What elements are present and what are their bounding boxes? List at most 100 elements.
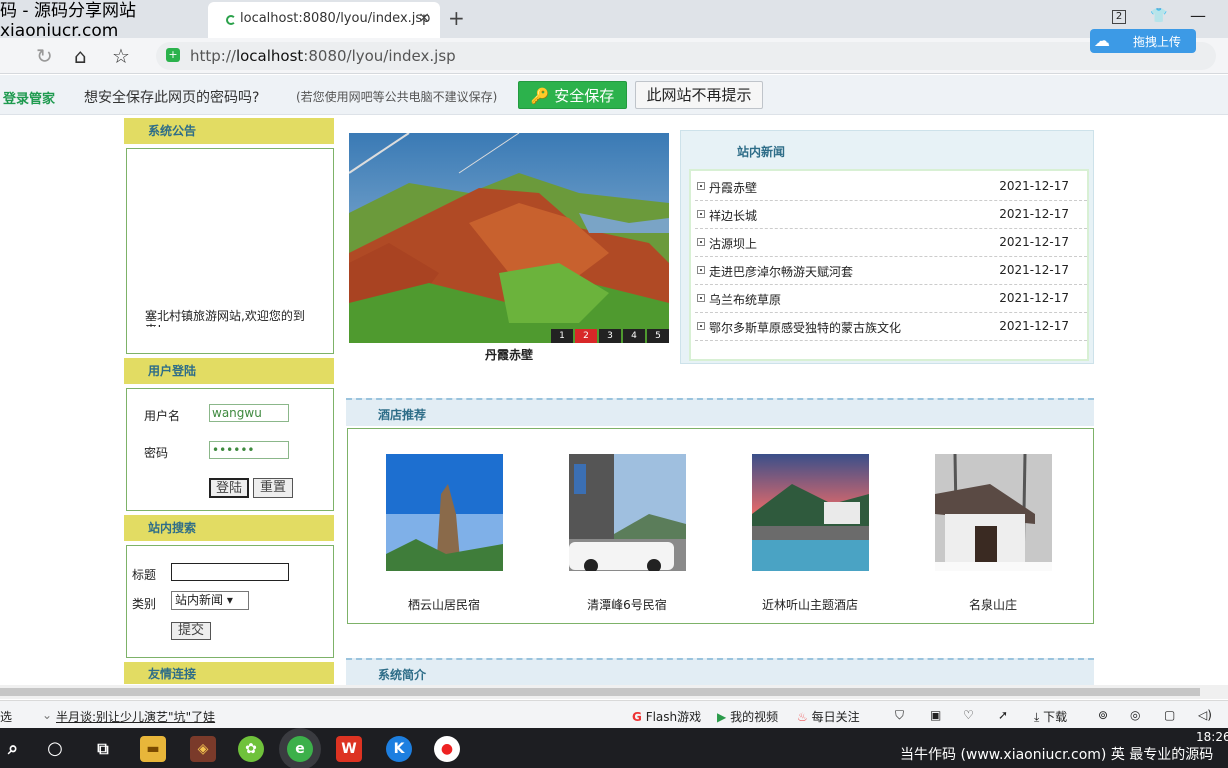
- links-header: 友情连接: [124, 662, 334, 684]
- news-list: 丹霞赤壁 2021-12-17 祥边长城 2021-12-17 沽源坝上 2021-12-…: [689, 169, 1089, 361]
- video-icon: ▶: [717, 710, 727, 724]
- star-icon[interactable]: ☆: [112, 44, 130, 68]
- browser-360-icon[interactable]: e: [287, 736, 313, 762]
- reset-button[interactable]: 重置: [253, 478, 293, 498]
- minimize-button[interactable]: —: [1190, 6, 1206, 25]
- hotels-header-bar: 酒店推荐: [346, 398, 1094, 426]
- news-item-title[interactable]: 祥边长城: [709, 207, 757, 224]
- slideshow-page-2[interactable]: 2: [575, 329, 597, 343]
- daily-focus-link[interactable]: ♨ 每日关注: [797, 708, 860, 725]
- hotel-image-3[interactable]: [752, 454, 869, 571]
- horizontal-scrollbar[interactable]: [0, 685, 1228, 699]
- reload-icon[interactable]: ↻: [36, 44, 53, 68]
- news-item-title[interactable]: 沽源坝上: [709, 235, 757, 252]
- scrollbar-thumb[interactable]: [0, 688, 1200, 696]
- file-explorer-icon[interactable]: ▬: [140, 736, 166, 762]
- hotels-panel: 栖云山居民宿 清潭峰6号民宿 近林听山主题酒店 名泉山庄: [347, 428, 1094, 624]
- password-save-bar: 登录管家 想安全保存此网页的密码吗? (若您使用网吧等公共电脑不建议保存) 🔑 …: [0, 75, 1228, 115]
- record-icon[interactable]: ●: [434, 736, 460, 762]
- hotel-name[interactable]: 名泉山庄: [923, 596, 1063, 613]
- wps-icon[interactable]: W: [336, 736, 362, 762]
- tab-close-icon[interactable]: ×: [418, 10, 430, 26]
- cloud-upload-button[interactable]: ☁ 拖拽上传: [1090, 29, 1196, 53]
- window-icon[interactable]: ▢: [1164, 708, 1175, 722]
- loading-icon: [226, 15, 236, 25]
- fire-icon: ♨: [797, 710, 808, 724]
- slideshow-image[interactable]: 12345: [349, 133, 669, 343]
- news-item-date: 2021-12-17: [999, 263, 1069, 277]
- task-view-icon[interactable]: ⧉: [90, 736, 116, 762]
- news-item-title[interactable]: 走进巴彦淖尔畅游天赋河套: [709, 263, 853, 280]
- slideshow-page-3[interactable]: 3: [599, 329, 621, 343]
- incognito-icon[interactable]: ⊚: [1098, 708, 1108, 722]
- category-select[interactable]: 站内新闻 ▾: [171, 591, 249, 610]
- news-item-date: 2021-12-17: [999, 207, 1069, 221]
- watermark-text: 当牛作码 (www.xiaoniucr.com) 英 最专业的源码: [900, 747, 1214, 763]
- image-icon[interactable]: ▣: [930, 708, 941, 722]
- news-item[interactable]: 丹霞赤壁 2021-12-17: [695, 173, 1087, 201]
- bullet-icon: [697, 210, 705, 218]
- flash-icon: G: [632, 710, 642, 724]
- news-item-date: 2021-12-17: [999, 235, 1069, 249]
- browser-tab-bar: 码 - 源码分享网站 xiaoniucr.com localhost:8080/…: [0, 0, 1228, 40]
- news-item[interactable]: 沽源坝上 2021-12-17: [695, 229, 1087, 257]
- game-app-icon[interactable]: ◈: [190, 736, 216, 762]
- search-box: 标题 类别 站内新闻 ▾ 提交: [126, 545, 334, 658]
- news-item[interactable]: 乌兰布统草原 2021-12-17: [695, 285, 1087, 313]
- news-item[interactable]: 走进巴彦淖尔畅游天赋河套 2021-12-17: [695, 257, 1087, 285]
- volume-icon[interactable]: ◁): [1198, 708, 1212, 722]
- hotel-image-4[interactable]: [935, 454, 1052, 571]
- news-headline-link[interactable]: 半月谈:别让少儿演艺"坑"了娃: [56, 708, 215, 725]
- hotel-image-2[interactable]: [569, 454, 686, 571]
- k-app-icon[interactable]: K: [386, 736, 412, 762]
- slideshow-page-5[interactable]: 5: [647, 329, 669, 343]
- danxia-landscape-image: [349, 133, 669, 343]
- password-input[interactable]: ••••••: [209, 441, 289, 459]
- slideshow-page-1[interactable]: 1: [551, 329, 573, 343]
- chevron-down-icon[interactable]: ⌄: [42, 708, 52, 722]
- heart-icon[interactable]: ♡: [963, 708, 974, 722]
- news-item-title[interactable]: 丹霞赤壁: [709, 179, 757, 196]
- cortana-icon[interactable]: ○: [42, 736, 68, 762]
- search-icon[interactable]: ⌕: [0, 736, 26, 762]
- hotel-name[interactable]: 清潭峰6号民宿: [557, 596, 697, 613]
- slideshow-page-4[interactable]: 4: [623, 329, 645, 343]
- rocket-icon[interactable]: ➚: [998, 708, 1008, 722]
- category-label: 类别: [132, 597, 157, 611]
- hotel-name[interactable]: 栖云山居民宿: [374, 596, 514, 613]
- my-videos-link[interactable]: ▶ 我的视频: [717, 708, 778, 725]
- tab-count-badge[interactable]: 2: [1112, 10, 1126, 24]
- news-item[interactable]: 祥边长城 2021-12-17: [695, 201, 1087, 229]
- globe-icon[interactable]: ◎: [1130, 708, 1140, 722]
- save-password-button[interactable]: 🔑 安全保存: [518, 81, 627, 109]
- notice-box: 塞北村镇旅游网站,欢迎您的到来!: [126, 148, 334, 354]
- tab-label: localhost:8080/lyou/index.jsp: [240, 11, 431, 26]
- news-item[interactable]: 鄂尔多斯草原感受独特的蒙古族文化 2021-12-17: [695, 313, 1087, 341]
- news-item-date: 2021-12-17: [999, 319, 1069, 333]
- shield-icon: +: [166, 48, 180, 62]
- home-icon[interactable]: ⌂: [74, 44, 87, 68]
- hotel-image-1[interactable]: [386, 454, 503, 571]
- shield-status-icon[interactable]: ⛉: [895, 708, 904, 723]
- new-tab-button[interactable]: +: [448, 6, 465, 30]
- login-button[interactable]: 登陆: [209, 478, 249, 498]
- address-bar[interactable]: + http://localhost:8080/lyou/index.jsp: [156, 42, 1216, 70]
- download-link[interactable]: ⤓ 下载: [1034, 708, 1067, 725]
- search-submit-button[interactable]: 提交: [171, 622, 211, 640]
- notice-header: 系统公告: [124, 118, 334, 144]
- never-remind-button[interactable]: 此网站不再提示: [635, 81, 763, 109]
- password-label: 密码: [144, 446, 169, 460]
- search-title-input[interactable]: [171, 563, 289, 581]
- bullet-icon: [697, 266, 705, 274]
- flash-games-link[interactable]: G Flash游戏: [632, 708, 701, 725]
- browser-tab[interactable]: localhost:8080/lyou/index.jsp ×: [208, 2, 440, 38]
- green-app-icon[interactable]: ✿: [238, 736, 264, 762]
- search-header: 站内搜索: [124, 515, 334, 541]
- hotel-name[interactable]: 近林听山主题酒店: [740, 596, 880, 613]
- news-item-title[interactable]: 鄂尔多斯草原感受独特的蒙古族文化: [709, 319, 901, 336]
- news-item-title[interactable]: 乌兰布统草原: [709, 291, 781, 308]
- username-input[interactable]: wangwu: [209, 404, 289, 422]
- password-manager-brand: 登录管家: [3, 92, 56, 107]
- skin-icon[interactable]: 👕: [1150, 8, 1167, 24]
- cloud-icon: ☁: [1094, 31, 1110, 50]
